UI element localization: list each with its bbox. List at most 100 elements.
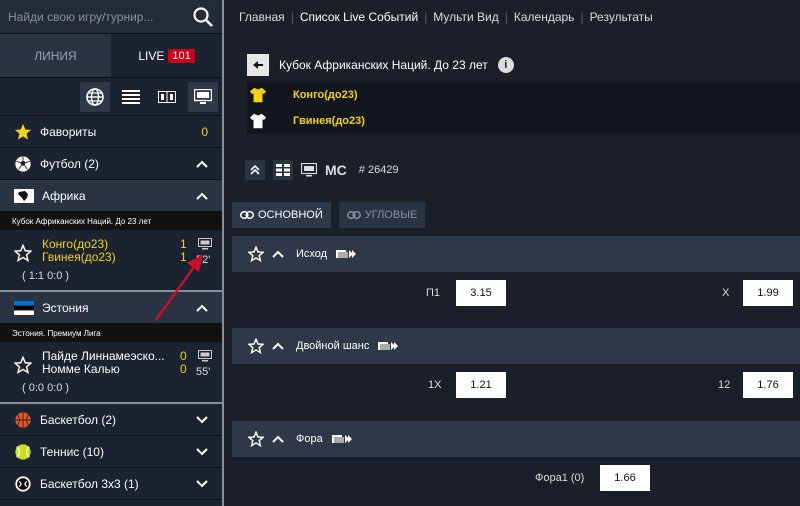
favorite-star-icon[interactable] (248, 246, 264, 262)
sidebar-item-basketball[interactable]: Баскетбол (2) (0, 404, 222, 436)
odd-button[interactable]: 1.99 (743, 280, 793, 306)
odd-label: 1X (428, 379, 442, 391)
favorite-star-icon[interactable] (14, 356, 32, 374)
market-odds: 1X 1.21 12 1.76 (232, 364, 800, 408)
odd-label: Фора1 (0) (535, 472, 585, 484)
odd-button[interactable]: 1.21 (456, 372, 506, 398)
link-icon (346, 211, 361, 219)
scoreboard-view-button[interactable] (152, 82, 182, 112)
sidebar-item-favorites[interactable]: Фавориты 0 (0, 116, 222, 148)
chevron-down-icon[interactable] (196, 479, 208, 488)
back-button[interactable] (247, 54, 269, 76)
sidebar-item-basketball-3x3[interactable]: Баскетбол 3х3 (1) (0, 468, 222, 500)
market-header[interactable]: Двойной шанс (232, 328, 800, 364)
globe-view-button[interactable] (80, 81, 110, 112)
view-switcher (0, 78, 222, 116)
sidebar-item-label: Футбол (2) (40, 156, 99, 171)
tab-main-markets[interactable]: ОСНОВНОЙ (232, 202, 331, 228)
sidebar-item-label: Баскетбол 3х3 (1) (40, 476, 139, 491)
match-row[interactable]: Пайде Линнамеэско... Номме Калью 0 0 55'… (0, 342, 222, 404)
nav-results[interactable]: Результаты (590, 10, 653, 24)
market-header[interactable]: Исход (232, 236, 800, 272)
search-icon[interactable] (192, 6, 214, 28)
sidebar-item-label: Баскетбол (2) (40, 412, 116, 427)
favorites-count: 0 (201, 124, 208, 139)
chevron-up-icon[interactable] (196, 304, 208, 312)
info-icon[interactable]: i (497, 57, 514, 73)
market-odds: П1 3.15 X 1.99 (232, 272, 800, 316)
tv-icon[interactable] (301, 163, 317, 177)
tab-corners[interactable]: УГЛОВЫЕ (338, 202, 426, 228)
tab-label: ОСНОВНОЙ (258, 209, 323, 221)
search-bar (0, 0, 222, 34)
sidebar-item-estonia[interactable]: Эстония (0, 292, 222, 324)
odd-button[interactable]: 3.15 (456, 280, 506, 306)
nav-separator: | (580, 10, 584, 24)
main-content: Главная | Список Live Событий | Мульти Вид… (226, 0, 800, 506)
nav-multi-view[interactable]: Мульти Вид (433, 10, 498, 24)
match-score: 1 1 (180, 238, 187, 264)
team2-name: Гвинея(до23) (42, 250, 116, 264)
tab-live[interactable]: LIVE 101 (111, 34, 222, 77)
event-id: # 26429 (358, 164, 399, 176)
sidebar-item-label: Фавориты (40, 124, 97, 139)
tab-line[interactable]: ЛИНИЯ (0, 34, 111, 77)
team2-name: Гвинея(до23) (293, 115, 365, 127)
team1-name: Конго(до23) (293, 89, 358, 101)
odd-label: 12 (718, 379, 731, 391)
favorite-star-icon[interactable] (14, 244, 32, 262)
tennis-ball-icon (15, 443, 31, 460)
chevron-down-icon[interactable] (196, 415, 208, 424)
sidebar-item-africa[interactable]: Африка (0, 180, 222, 212)
chevron-up-icon[interactable] (196, 192, 208, 200)
favorite-star-icon[interactable] (248, 431, 264, 447)
cashout-icon (378, 342, 399, 350)
list-icon (122, 89, 140, 104)
odd-button[interactable]: 1.66 (600, 465, 650, 491)
basketball-icon (15, 411, 31, 428)
sidebar-item-tennis[interactable]: Теннис (10) (0, 436, 222, 468)
event-title: Кубок Африканских Наций. До 23 лет (279, 58, 488, 72)
yellow-shirt-icon (247, 86, 269, 104)
sidebar: ЛИНИЯ LIVE101 Фавориты 0 Футбол (2) Афри… (0, 0, 224, 506)
market-header[interactable]: Фора (232, 421, 800, 457)
market-title: Фора (296, 433, 323, 445)
estonia-flag-icon (14, 300, 34, 315)
sidebar-item-football[interactable]: Футбол (2) (0, 148, 222, 180)
chevron-down-icon[interactable] (196, 447, 208, 456)
search-input[interactable] (8, 9, 192, 24)
team2-score: 1 (180, 250, 187, 264)
tv-icon[interactable] (198, 238, 212, 250)
tv-icon[interactable] (198, 350, 212, 362)
favorite-star-icon[interactable] (248, 338, 264, 354)
collapse-button[interactable] (245, 160, 265, 180)
market-outcome: Исход П1 3.15 X 1.99 (232, 236, 800, 316)
nav-home[interactable]: Главная (239, 10, 285, 24)
chevron-up-icon[interactable] (196, 160, 208, 168)
star-icon (14, 123, 32, 140)
match-center-button[interactable]: MC (325, 162, 347, 178)
list-view-button[interactable] (116, 82, 146, 112)
odd-button[interactable]: 1.76 (743, 372, 793, 398)
tv-view-button[interactable] (188, 81, 218, 112)
sidebar-item-label: Теннис (10) (40, 444, 104, 459)
soccer-ball-icon (15, 155, 31, 172)
market-title: Двойной шанс (296, 340, 370, 352)
match-row[interactable]: Конго(до23) Гвинея(до23) 1 1 52' ( 1:1 0… (0, 230, 222, 292)
stats-button[interactable] (273, 160, 293, 180)
market-tabs: ОСНОВНОЙ УГЛОВЫЕ (232, 202, 426, 228)
nav-separator: | (290, 10, 294, 24)
match-minute: 55' (196, 366, 211, 378)
chevron-up-icon[interactable] (272, 250, 284, 258)
league-header: Эстония. Премиум Лига (0, 324, 222, 342)
nav-live-events[interactable]: Список Live Событий (300, 10, 418, 24)
top-navigation: Главная | Список Live Событий | Мульти Вид… (226, 0, 800, 34)
event-team-2: Гвинея(до23) (247, 108, 800, 134)
chevron-up-icon[interactable] (272, 342, 284, 350)
tab-label: УГЛОВЫЕ (364, 209, 418, 221)
nav-calendar[interactable]: Календарь (514, 10, 575, 24)
chevron-up-icon[interactable] (272, 435, 284, 443)
scoreboard-icon (158, 90, 176, 103)
cashout-icon (331, 435, 352, 443)
team2-score: 0 (180, 362, 187, 376)
